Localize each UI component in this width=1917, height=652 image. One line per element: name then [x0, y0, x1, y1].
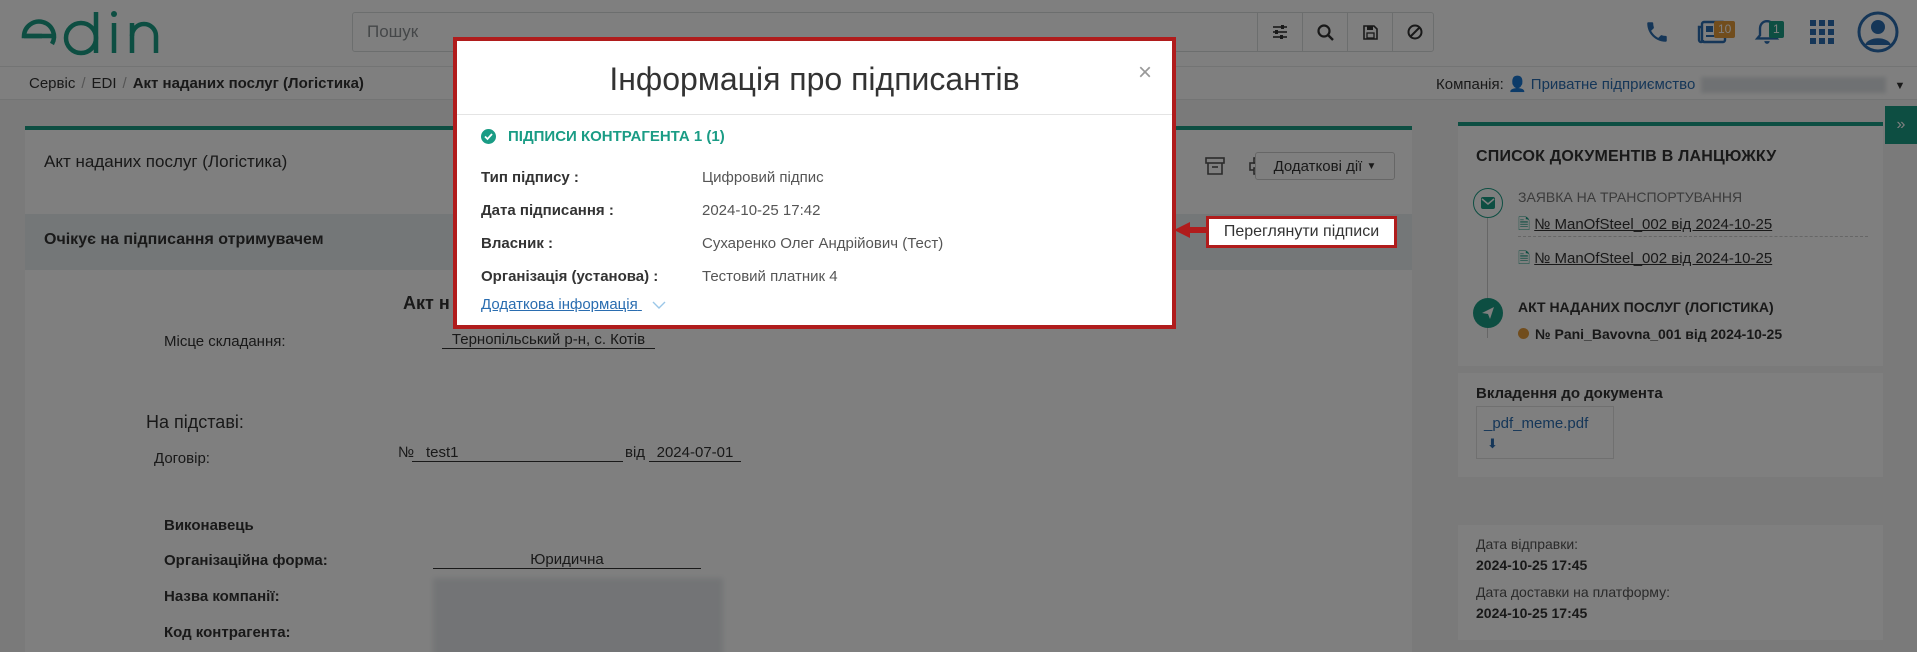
modal-title: Інформація про підписантів [609, 61, 1020, 97]
row-value: Тестовий платник 4 [702, 268, 838, 285]
check-circle-icon [481, 129, 496, 144]
modal-divider [457, 114, 1172, 115]
highlight-arrow [1174, 222, 1208, 238]
row-label: Дата підписання : [481, 202, 614, 219]
row-value: Цифровий підпис [702, 169, 824, 186]
row-value: Сухаренко Олег Андрійович (Тест) [702, 235, 944, 252]
more-info-link[interactable]: Додаткова інформація [481, 296, 666, 313]
close-icon[interactable]: × [1138, 59, 1152, 87]
chevron-down-icon [652, 301, 666, 309]
view-signatures-button[interactable]: Переглянути підписи [1206, 216, 1397, 248]
row-label: Організація (установа) : [481, 268, 659, 285]
row-label: Власник : [481, 235, 553, 252]
view-signatures-label: Переглянути підписи [1223, 223, 1380, 240]
signatures-section-header[interactable]: ПІДПИСИ КОНТРАГЕНТА 1 (1) [481, 128, 725, 145]
signers-info-modal: Інформація про підписантів × ПІДПИСИ КОН… [453, 37, 1176, 329]
row-value: 2024-10-25 17:42 [702, 202, 821, 219]
signatures-section-label: ПІДПИСИ КОНТРАГЕНТА 1 (1) [508, 128, 725, 145]
row-label: Тип підпису : [481, 169, 579, 186]
